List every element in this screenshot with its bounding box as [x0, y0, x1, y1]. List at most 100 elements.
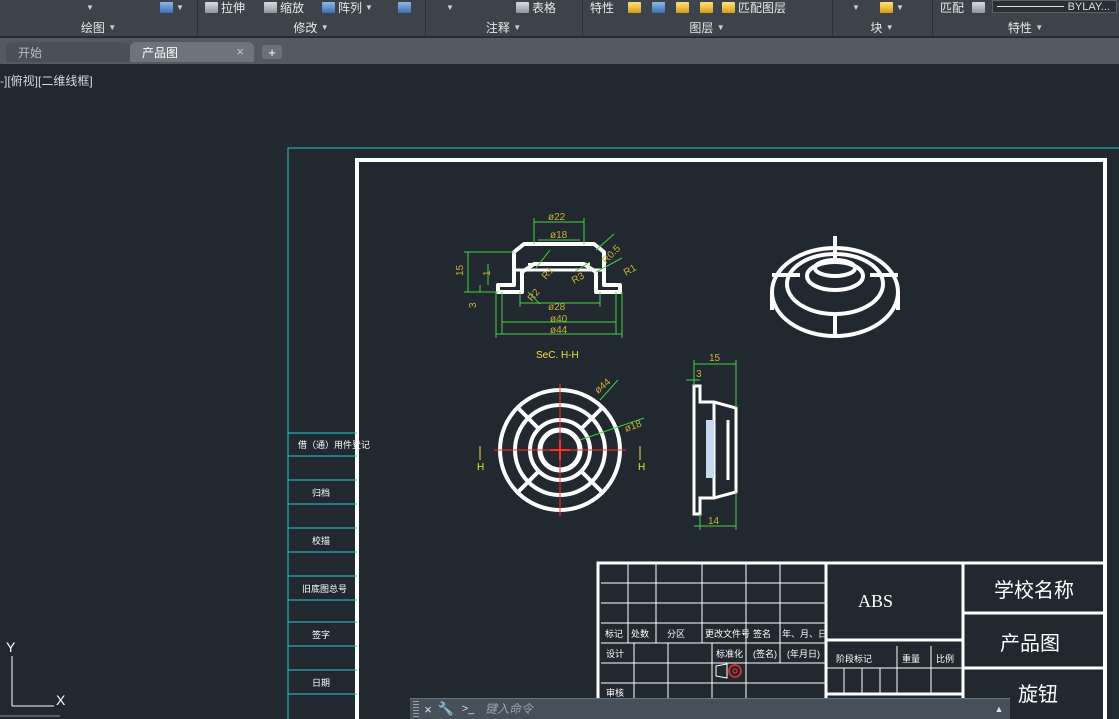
- sheet-trim-border: [287, 147, 1119, 719]
- command-line: × 🔧 >_ ▲: [410, 698, 1010, 719]
- table-button[interactable]: 表格: [516, 0, 557, 15]
- left-record-column: [288, 432, 357, 695]
- stretch-icon: [205, 1, 218, 13]
- projection-symbol-cone: [715, 663, 728, 679]
- layer-sun-icon: [676, 1, 689, 13]
- array-icon: [322, 1, 335, 13]
- dim-r05: R0.5: [600, 243, 623, 266]
- school-name-label: 学校名称: [994, 579, 1074, 602]
- ribbon-top-row: ▼ ▼ 拉伸 缩放 阵列 ▼ ▼ 表格 特性 匹配图层 ▼ ▼ 匹配 BYLAY.…: [0, 0, 1119, 16]
- dim-d18: ø18: [550, 230, 568, 241]
- left-label-archive: 归档: [312, 487, 330, 498]
- block-icon: [880, 1, 893, 13]
- layer-tool-4[interactable]: [700, 0, 713, 14]
- section-label: SeC. H-H: [536, 350, 579, 361]
- draw-dropdown-caret[interactable]: ▼: [86, 0, 94, 14]
- tab-start-label: 开始: [18, 45, 43, 60]
- dim-side-3: 3: [696, 369, 702, 380]
- ribbon: ▼ ▼ 拉伸 缩放 阵列 ▼ ▼ 表格 特性 匹配图层 ▼ ▼ 匹配 BYLAY.…: [0, 0, 1119, 37]
- tb-header-zone: 分区: [667, 629, 685, 639]
- stretch-label: 拉伸: [221, 0, 246, 15]
- layer-on-icon: [628, 1, 641, 13]
- lineweight-icon: [972, 0, 985, 14]
- ucs-y-label: Y: [6, 639, 16, 655]
- dim-h15: 15: [455, 264, 466, 276]
- plan-centerlines: [494, 384, 626, 516]
- tb-design: 设计: [606, 648, 624, 659]
- draw-tool-icon: [160, 1, 173, 13]
- match-layer-label: 匹配图层: [738, 0, 787, 15]
- close-icon[interactable]: ×: [419, 700, 437, 718]
- new-tab-button[interactable]: +: [262, 45, 282, 60]
- close-icon[interactable]: ×: [236, 44, 244, 59]
- tb-scale: 比例: [936, 653, 954, 664]
- tb-signature: (签名): [753, 648, 777, 659]
- panel-draw-label: 绘图: [80, 20, 105, 35]
- panel-draw[interactable]: 绘图 ▼: [0, 18, 197, 36]
- table-label: 表格: [532, 0, 557, 15]
- panel-block-label: 块: [870, 20, 883, 35]
- layer-properties-button[interactable]: 特性: [590, 0, 615, 15]
- panel-block[interactable]: 块 ▼: [832, 18, 932, 36]
- tab-active-label: 产品图: [142, 45, 179, 60]
- tb-standardization: 标准化: [716, 648, 743, 659]
- panel-annotation[interactable]: 注释 ▼: [425, 18, 582, 36]
- projection-symbol-circle: [728, 664, 742, 678]
- panel-annotation-label: 注释: [485, 20, 510, 35]
- stretch-button[interactable]: 拉伸: [205, 0, 246, 15]
- draw-tool-button[interactable]: ▼: [160, 0, 184, 14]
- dim-r2: R2: [526, 287, 543, 304]
- ucs-icon: [0, 656, 60, 717]
- dim-h3: 3: [468, 302, 479, 308]
- drawing-canvas[interactable]: ø22 ø18 ø28 ø40 ø44 15 1 3 R1 R2 R3 R1 R…: [0, 64, 1119, 719]
- ucs-x-label: X: [56, 692, 66, 708]
- array-button[interactable]: 阵列 ▼: [322, 0, 373, 15]
- tab-product-drawing[interactable]: 产品图 ×: [130, 42, 254, 62]
- left-label-date: 日期: [312, 678, 330, 688]
- tb-stage-mark: 阶段标记: [836, 653, 872, 664]
- command-input[interactable]: [481, 700, 988, 718]
- layer-properties-label: 特性: [590, 0, 615, 15]
- left-label-trace: 校描: [312, 535, 330, 546]
- dim-side-14: 14: [708, 516, 720, 527]
- viewport-label: -][俯视][二维线框]: [0, 74, 93, 88]
- wrench-icon[interactable]: 🔧: [437, 700, 455, 718]
- dim-d28: ø28: [548, 302, 566, 313]
- match-layer-button[interactable]: 匹配图层: [722, 0, 787, 15]
- scale-button[interactable]: 缩放: [264, 0, 304, 15]
- panel-layers-label: 图层: [689, 20, 714, 35]
- dim-plan-d18: ø18: [623, 418, 643, 434]
- block-caret[interactable]: ▼: [852, 0, 860, 14]
- material-label: ABS: [858, 591, 893, 611]
- offset-button[interactable]: [398, 0, 411, 14]
- annotation-caret[interactable]: ▼: [446, 0, 454, 14]
- tab-start[interactable]: 开始: [6, 42, 130, 62]
- bylayer-label: BYLAY...: [1067, 0, 1110, 13]
- offset-icon: [398, 1, 411, 13]
- dim-r3: R3: [570, 270, 587, 286]
- layer-lock-icon: [700, 1, 713, 13]
- dim-d40: ø40: [550, 314, 568, 325]
- match-properties-button[interactable]: 匹配: [940, 0, 965, 15]
- tb-date: (年月日): [787, 648, 820, 659]
- panel-properties[interactable]: 特性 ▼: [932, 18, 1119, 36]
- projection-symbol-dot: [732, 668, 738, 674]
- command-prompt-icon[interactable]: >_: [455, 701, 481, 717]
- chevron-up-icon[interactable]: ▲: [988, 700, 1010, 718]
- panel-layers[interactable]: 图层 ▼: [582, 18, 832, 36]
- drawing-name-label: 产品图: [1000, 632, 1060, 655]
- layer-tool-3[interactable]: [676, 0, 689, 14]
- viewport-controls[interactable]: -][俯视][二维线框]: [0, 72, 93, 89]
- match-label: 匹配: [940, 0, 965, 15]
- tb-header-date: 年、月、日: [782, 628, 827, 639]
- section-mark-h-left: H: [477, 462, 484, 473]
- match-layer-icon: [722, 1, 735, 13]
- layer-tool-2[interactable]: [652, 0, 665, 14]
- dim-h1: 1: [482, 270, 493, 276]
- part-name-label: 旋钮: [1018, 683, 1058, 706]
- block-tool-button[interactable]: ▼: [880, 0, 904, 14]
- linetype-dropdown[interactable]: BYLAY...: [992, 0, 1117, 13]
- layer-tool-1[interactable]: [628, 0, 641, 14]
- side-view: [692, 384, 738, 516]
- panel-modify[interactable]: 修改 ▼: [197, 18, 425, 36]
